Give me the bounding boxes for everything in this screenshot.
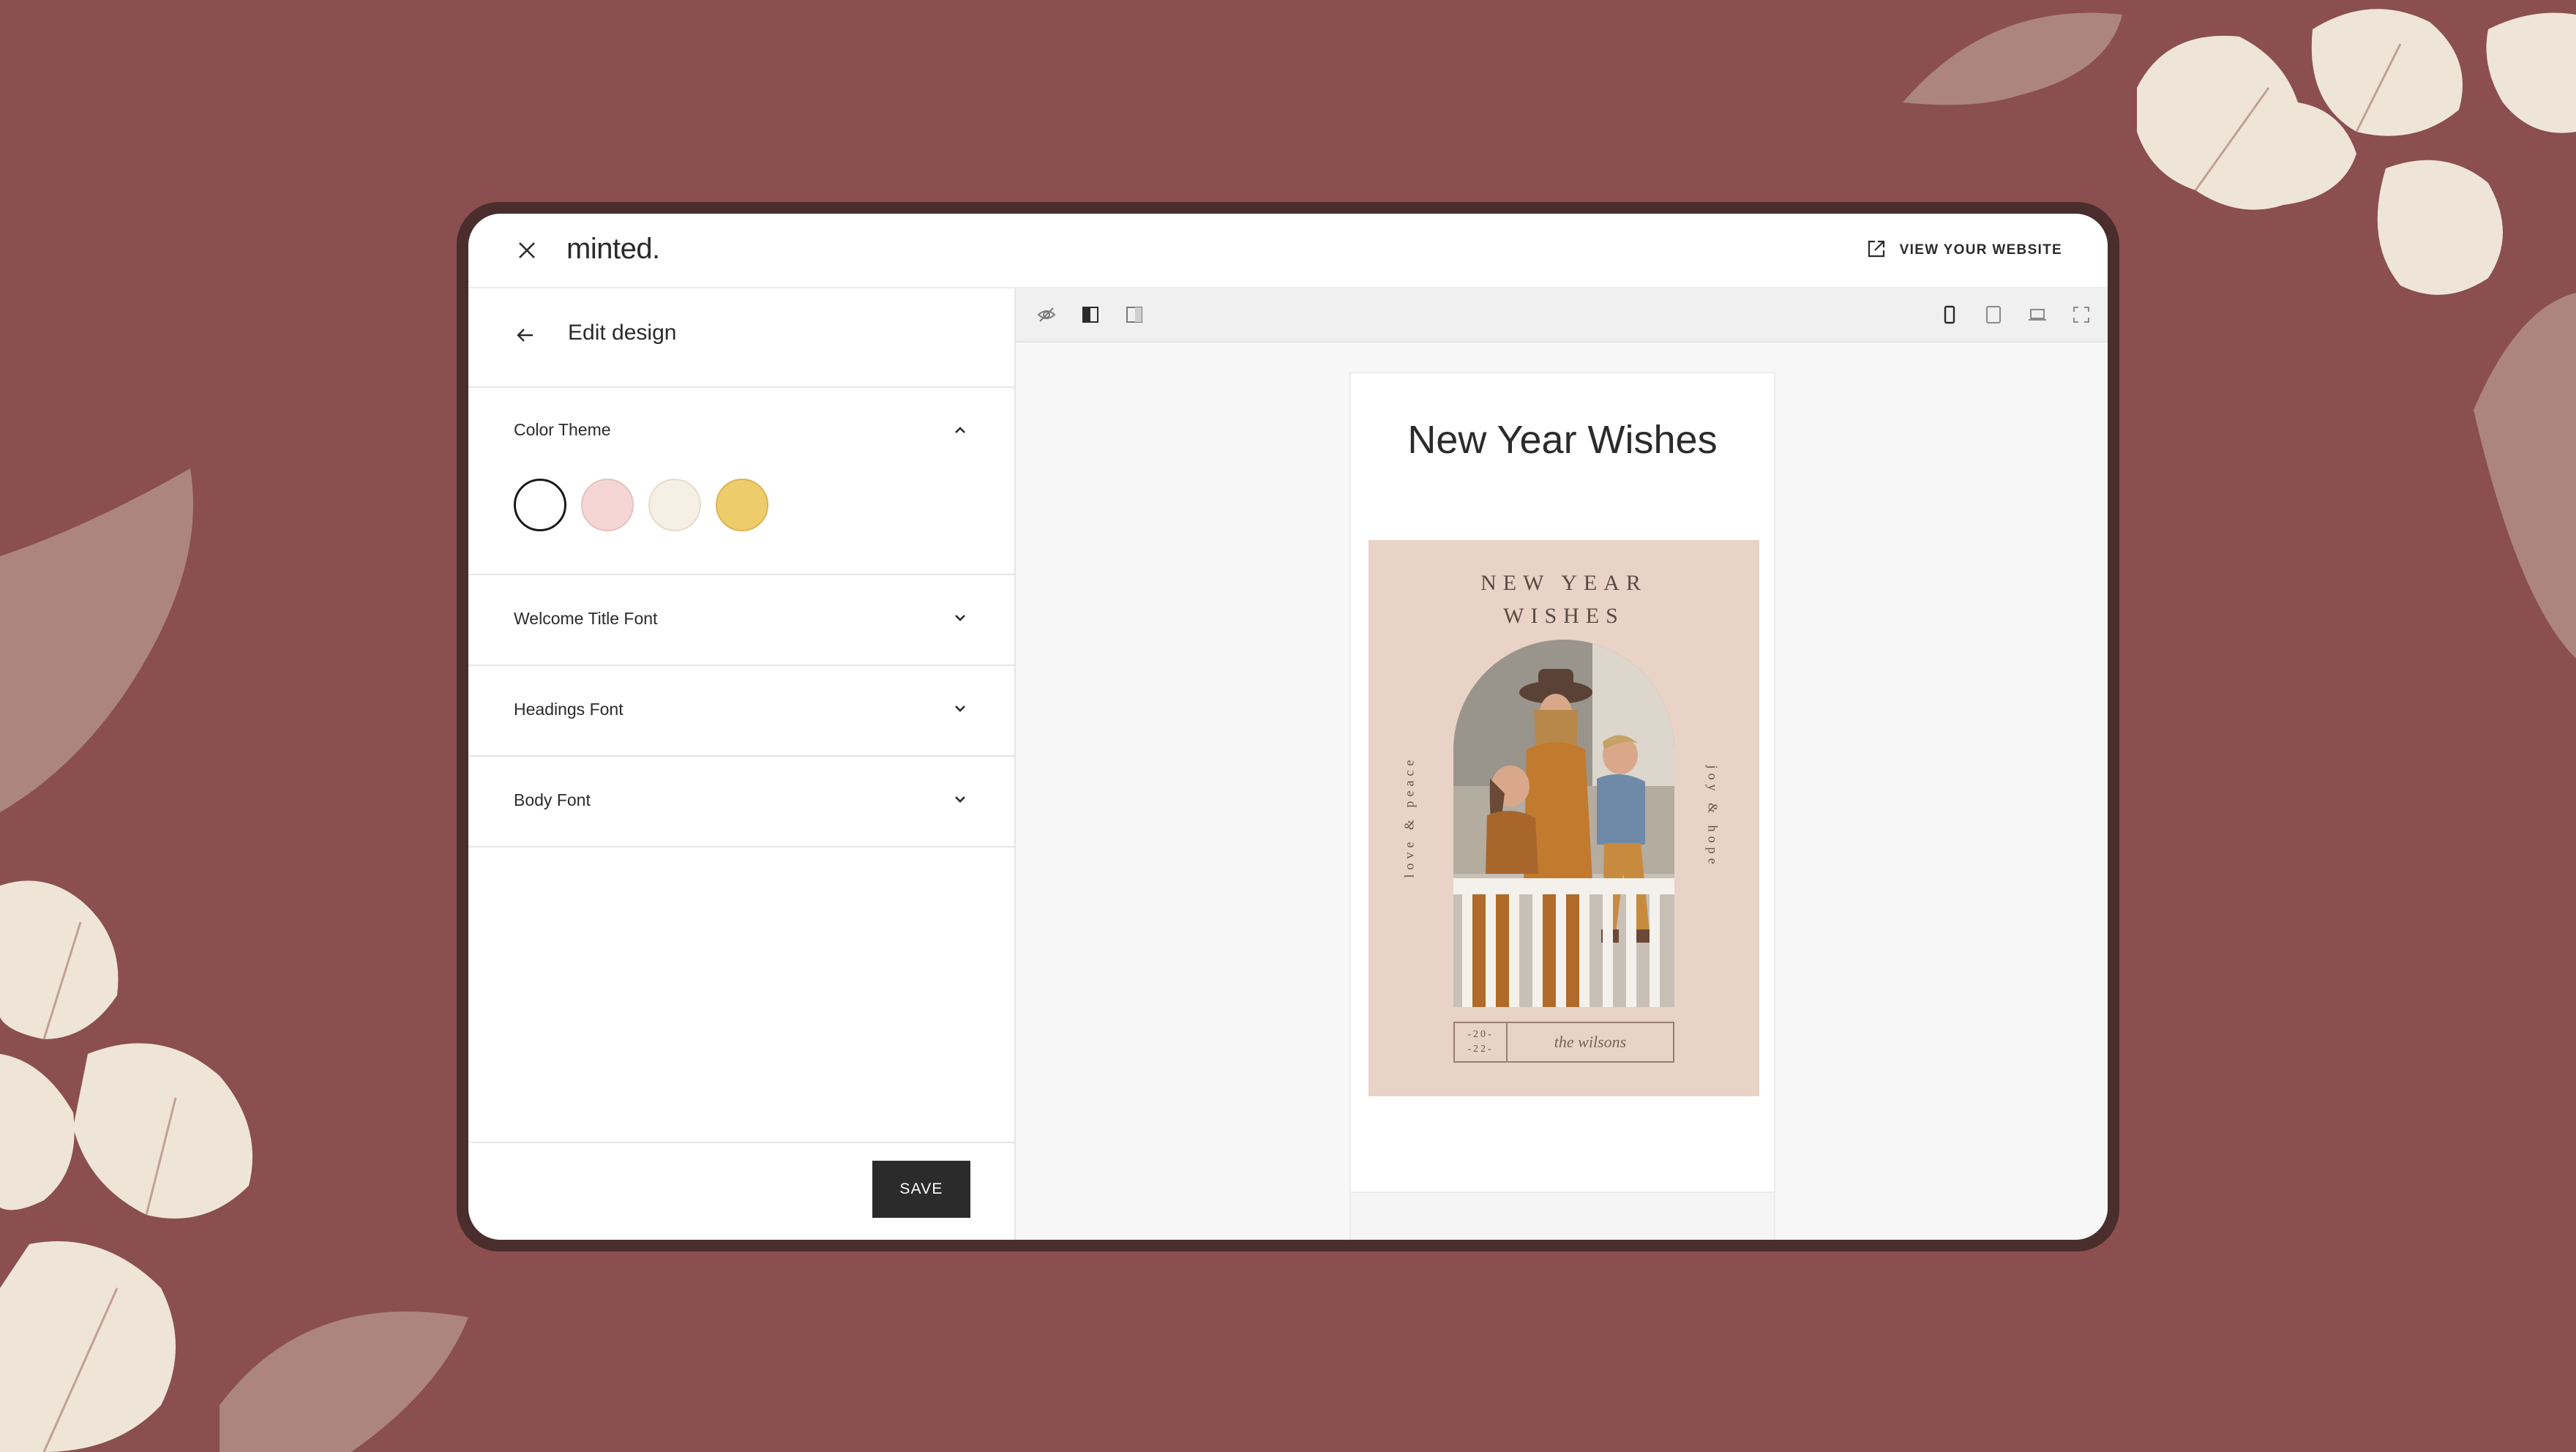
save-button[interactable]: SAVE bbox=[872, 1161, 970, 1218]
chevron-down-icon[interactable] bbox=[951, 700, 969, 717]
tablet-view-icon[interactable] bbox=[1983, 304, 2004, 325]
color-swatches bbox=[514, 479, 768, 531]
desktop-view-icon[interactable] bbox=[2027, 304, 2048, 325]
chevron-up-icon[interactable] bbox=[951, 422, 969, 439]
chevron-down-icon[interactable] bbox=[951, 609, 969, 626]
hide-eye-icon[interactable] bbox=[1036, 304, 1057, 325]
preview-pane: New Year Wishes NEW YEAR WISHES love & p… bbox=[1016, 288, 2108, 1240]
preview-toolbar bbox=[1016, 288, 2108, 343]
card-year-line1: -20- bbox=[1467, 1029, 1494, 1040]
external-link-icon bbox=[1865, 237, 1888, 264]
preview-bottom-strip bbox=[1351, 1191, 1774, 1240]
section-label: Headings Font bbox=[514, 700, 624, 719]
sidebar-header: Edit design bbox=[468, 288, 1014, 388]
family-photo bbox=[1453, 640, 1674, 1007]
section-label: Body Font bbox=[514, 790, 591, 809]
swatch-pink[interactable] bbox=[581, 479, 634, 531]
greeting-card: NEW YEAR WISHES love & peace joy & hope bbox=[1368, 540, 1759, 1096]
swatch-cream[interactable] bbox=[648, 479, 701, 531]
layout-left-panel-icon[interactable] bbox=[1080, 304, 1101, 325]
card-signature: the wilsons bbox=[1554, 1033, 1627, 1051]
card-footer: -20- -22- the wilsons bbox=[1453, 1022, 1674, 1063]
card-headline-line2: WISHES bbox=[1503, 604, 1625, 628]
swatch-white[interactable] bbox=[514, 479, 566, 531]
mobile-preview: New Year Wishes NEW YEAR WISHES love & p… bbox=[1349, 372, 1775, 1240]
layout-right-panel-icon[interactable] bbox=[1124, 304, 1145, 325]
app-screen: minted. VIEW YOUR WEBSITE Edit design Co… bbox=[468, 214, 2108, 1240]
view-website-label: VIEW YOUR WEBSITE bbox=[1899, 242, 2062, 258]
device-frame: minted. VIEW YOUR WEBSITE Edit design Co… bbox=[457, 202, 2119, 1251]
design-sidebar: Edit design Color Theme Welcome Title Fo… bbox=[468, 288, 1016, 1240]
section-color-theme[interactable]: Color Theme bbox=[468, 388, 1014, 575]
section-label: Welcome Title Font bbox=[514, 609, 658, 628]
card-right-text: joy & hope bbox=[1705, 765, 1721, 869]
section-label: Color Theme bbox=[514, 420, 611, 439]
card-year: -20- -22- bbox=[1455, 1023, 1508, 1061]
sidebar-title: Edit design bbox=[568, 321, 677, 345]
back-arrow-icon[interactable] bbox=[512, 322, 539, 348]
sidebar-footer: SAVE bbox=[468, 1142, 1014, 1240]
view-website-link[interactable]: VIEW YOUR WEBSITE bbox=[1865, 236, 2062, 265]
card-headline: NEW YEAR WISHES bbox=[1368, 566, 1759, 632]
top-bar: minted. VIEW YOUR WEBSITE bbox=[468, 214, 2108, 288]
section-body-font[interactable]: Body Font bbox=[468, 757, 1014, 847]
close-icon[interactable] bbox=[512, 236, 542, 265]
card-left-text: love & peace bbox=[1401, 755, 1417, 878]
minted-logo: minted. bbox=[566, 233, 660, 265]
preview-page-title: New Year Wishes bbox=[1407, 418, 1718, 462]
card-headline-line1: NEW YEAR bbox=[1480, 571, 1647, 595]
chevron-down-icon[interactable] bbox=[951, 790, 969, 808]
section-welcome-title-font[interactable]: Welcome Title Font bbox=[468, 575, 1014, 666]
swatch-gold[interactable] bbox=[716, 479, 768, 531]
section-headings-font[interactable]: Headings Font bbox=[468, 666, 1014, 757]
fullscreen-icon[interactable] bbox=[2071, 304, 2092, 325]
card-year-line2: -22- bbox=[1467, 1044, 1494, 1055]
mobile-view-icon[interactable] bbox=[1939, 304, 1960, 325]
